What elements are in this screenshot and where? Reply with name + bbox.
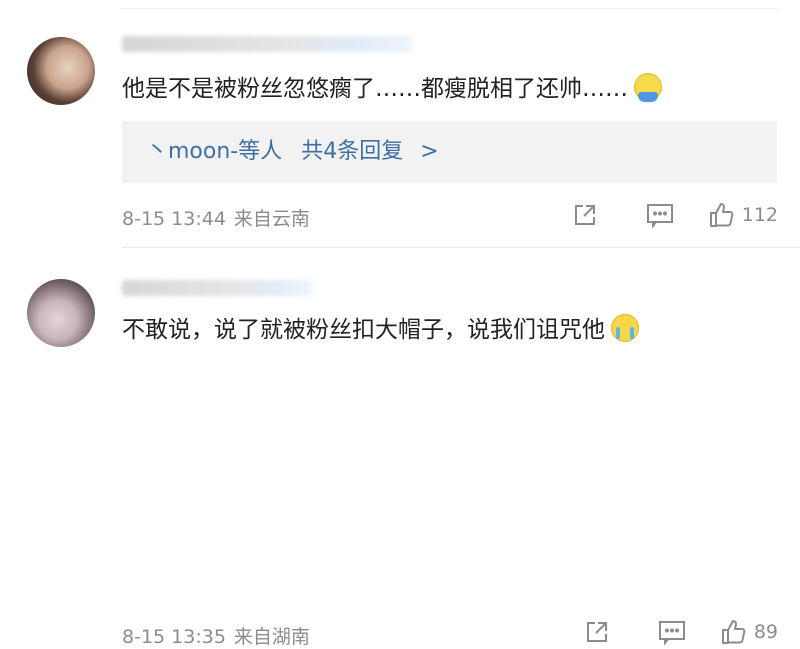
comment-icon [646, 204, 673, 228]
comment-item: 他是不是被粉丝忽悠瘸了……都瘦脱相了还帅…… 丶moon-等人 共4条回复 > … [0, 0, 800, 250]
avatar[interactable] [27, 279, 95, 347]
share-button[interactable] [584, 619, 610, 645]
comment-time: 8-15 13:35 [122, 626, 226, 648]
comment-button[interactable] [646, 202, 674, 228]
like-button[interactable]: 112 [708, 201, 778, 229]
comment-divider [122, 247, 800, 248]
username-blurred[interactable] [122, 36, 412, 52]
share-icon [574, 205, 595, 225]
comment-text: 他是不是被粉丝忽悠瘸了……都瘦脱相了还帅…… [122, 72, 662, 106]
comment-icon [658, 621, 685, 645]
comment-text-content: 不敢说，说了就被粉丝扣大帽子，说我们诅咒他 [122, 317, 605, 343]
share-icon [586, 622, 607, 642]
thumbs-up-icon [721, 620, 746, 644]
comment-meta: 8-15 13:35 来自湖南 [122, 622, 310, 649]
avatar[interactable] [27, 37, 95, 105]
replies-summary[interactable]: 丶moon-等人 共4条回复 > [122, 121, 777, 183]
like-count: 89 [753, 621, 778, 643]
replies-users: 丶moon-等人 [146, 139, 283, 164]
replies-count: 共4条回复 [301, 139, 404, 164]
comment-text: 不敢说，说了就被粉丝扣大帽子，说我们诅咒他 [122, 313, 639, 347]
comment-source: 来自湖南 [233, 626, 310, 648]
comment-actions: 112 [572, 200, 778, 230]
thumbs-up-icon [709, 203, 734, 227]
chevron-right-icon: > [420, 139, 439, 164]
sleepy-face-emoji-icon [634, 73, 662, 102]
comment-time: 8-15 13:44 [122, 208, 226, 230]
comment-source: 来自云南 [233, 208, 310, 230]
like-button[interactable]: 89 [720, 618, 778, 646]
username-blurred[interactable] [122, 280, 312, 296]
share-button[interactable] [572, 202, 598, 228]
like-count: 112 [741, 204, 778, 226]
comment-actions: 89 [584, 617, 778, 647]
crying-face-emoji-icon [611, 314, 639, 342]
comment-meta: 8-15 13:44 来自云南 [122, 204, 310, 231]
comment-item: 不敢说，说了就被粉丝扣大帽子，说我们诅咒他 8-15 13:35 来自湖南 89 [0, 250, 800, 648]
comment-button[interactable] [658, 619, 686, 645]
comment-text-content: 他是不是被粉丝忽悠瘸了……都瘦脱相了还帅…… [122, 76, 628, 102]
